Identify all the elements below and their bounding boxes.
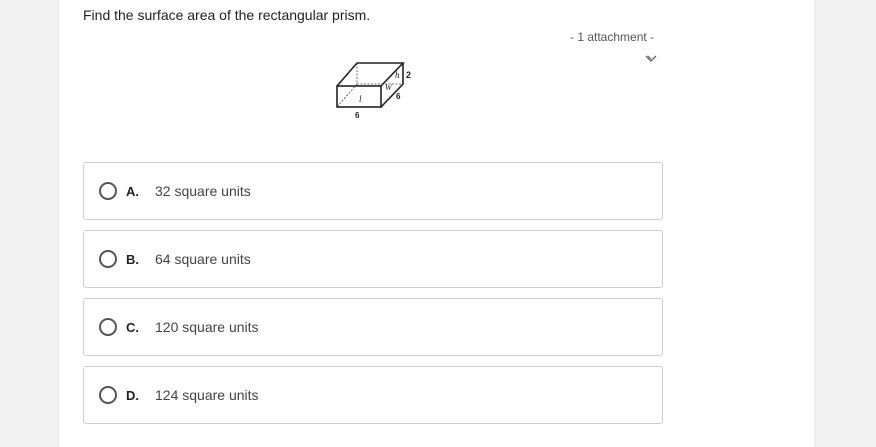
answer-options: A. 32 square units B. 64 square units C.… (83, 162, 663, 434)
option-a[interactable]: A. 32 square units (83, 162, 663, 220)
prism-top-face (336, 62, 405, 87)
radio-button[interactable] (99, 250, 117, 268)
question-card: Find the surface area of the rectangular… (58, 0, 815, 447)
label-w: W (385, 83, 393, 92)
question-text: Find the surface area of the rectangular… (83, 7, 371, 23)
option-text: 124 square units (155, 387, 259, 403)
option-text: 120 square units (155, 319, 259, 335)
attachment-label[interactable]: - 1 attachment - (570, 30, 654, 44)
radio-button[interactable] (99, 182, 117, 200)
chevron-down-icon[interactable] (645, 53, 657, 65)
radio-button[interactable] (99, 386, 117, 404)
option-b[interactable]: B. 64 square units (83, 230, 663, 288)
option-letter: C. (126, 319, 139, 335)
rectangular-prism-figure: h 2 W 6 l 6 (336, 62, 411, 120)
option-letter: A. (126, 183, 139, 199)
radio-button[interactable] (99, 318, 117, 336)
option-text: 64 square units (155, 251, 251, 267)
option-c[interactable]: C. 120 square units (83, 298, 663, 356)
label-height-value: 2 (406, 70, 411, 80)
option-d[interactable]: D. 124 square units (83, 366, 663, 424)
option-letter: D. (126, 387, 139, 403)
label-length-value: 6 (355, 111, 360, 120)
label-h: h (395, 70, 400, 80)
option-letter: B. (126, 251, 139, 267)
label-width-value: 6 (396, 92, 401, 101)
label-l: l (359, 94, 362, 104)
option-text: 32 square units (155, 183, 251, 199)
